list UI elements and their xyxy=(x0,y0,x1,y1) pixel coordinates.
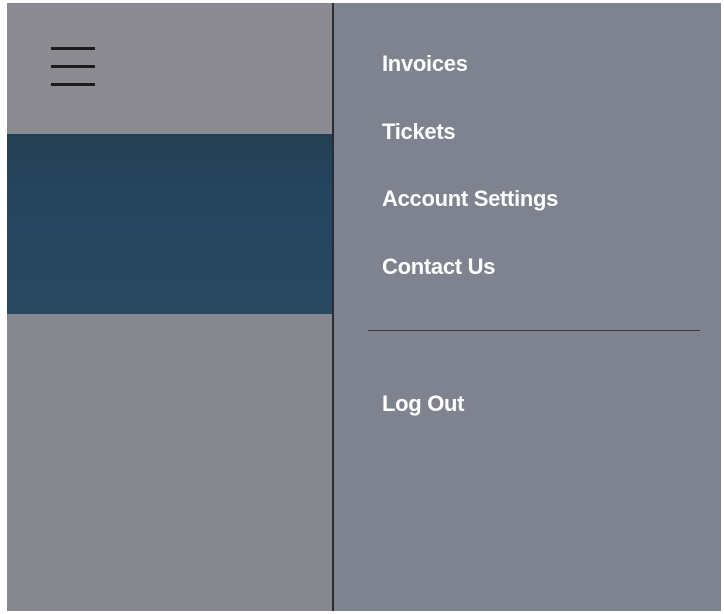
menu-line xyxy=(51,47,95,50)
main-content-area xyxy=(7,3,333,611)
nav-item-account-settings[interactable]: Account Settings xyxy=(382,186,558,212)
hero-banner xyxy=(7,134,333,314)
nav-item-invoices[interactable]: Invoices xyxy=(382,51,468,77)
logout-link[interactable]: Log Out xyxy=(382,391,465,417)
nav-item-contact-us[interactable]: Contact Us xyxy=(382,254,495,280)
hamburger-menu-icon[interactable] xyxy=(47,43,97,93)
app-frame: Invoices Tickets Account Settings Contac… xyxy=(7,3,721,611)
nav-divider xyxy=(368,330,700,331)
menu-line xyxy=(51,65,95,68)
menu-line xyxy=(51,83,95,86)
navigation-drawer: Invoices Tickets Account Settings Contac… xyxy=(334,3,721,611)
header-bar xyxy=(7,3,333,134)
nav-item-tickets[interactable]: Tickets xyxy=(382,119,456,145)
